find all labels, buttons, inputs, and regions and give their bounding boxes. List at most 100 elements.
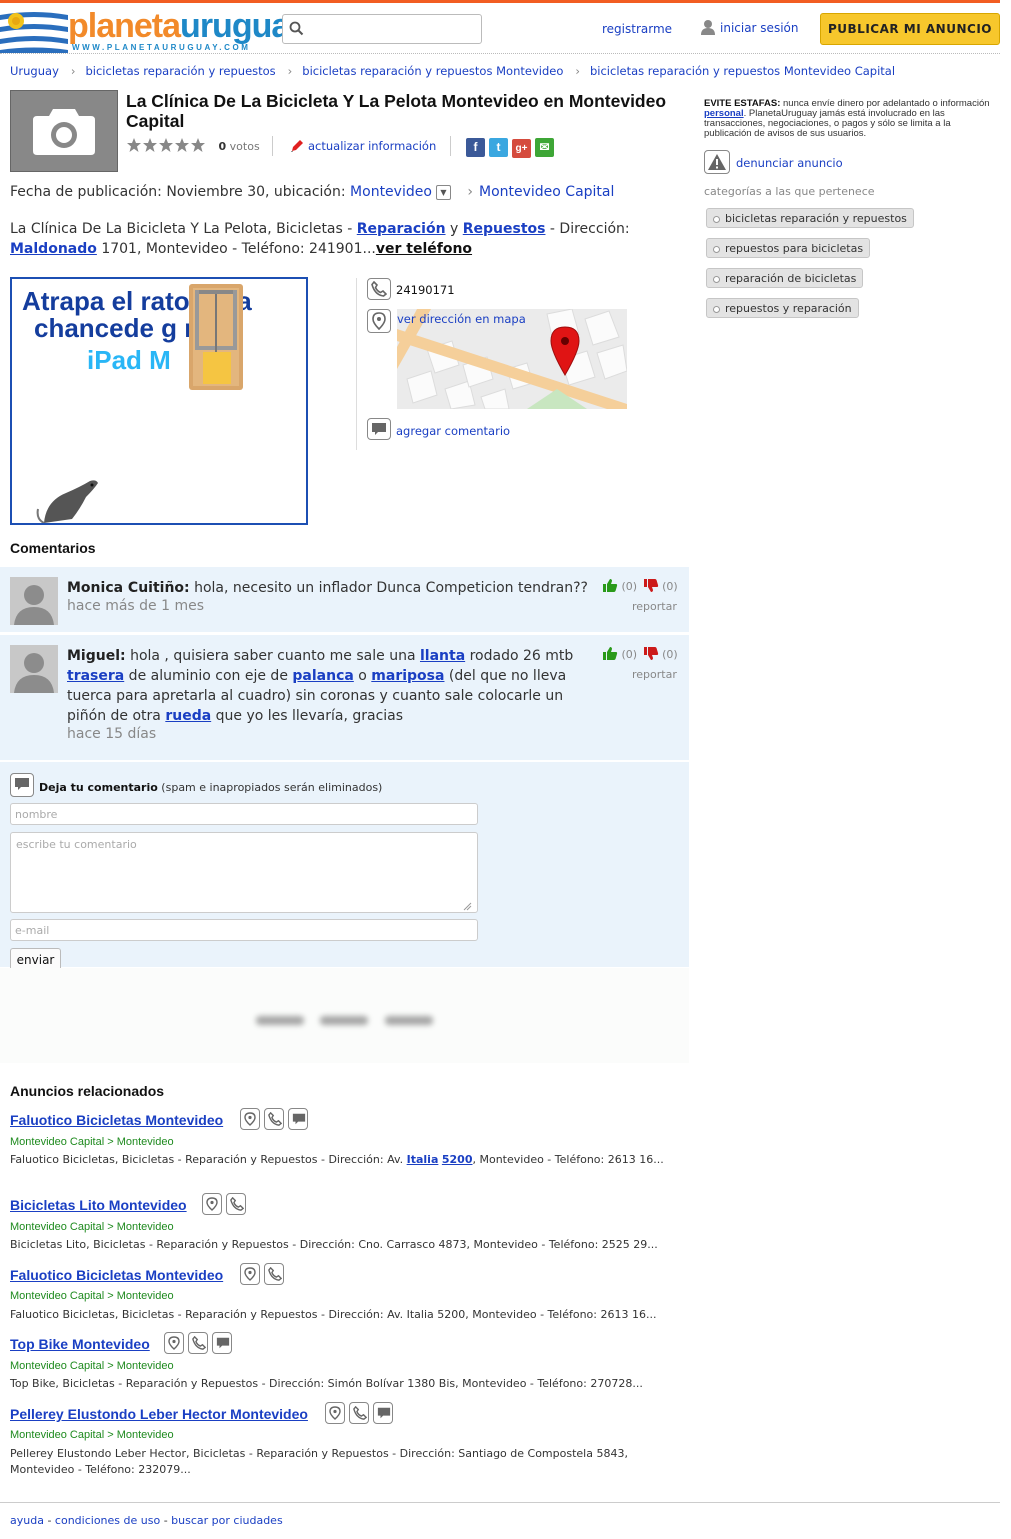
- report-ad-link[interactable]: denunciar anuncio: [704, 150, 843, 174]
- category-tag[interactable]: repuestos y reparación: [706, 298, 859, 318]
- chevron-down-icon[interactable]: ▼: [435, 185, 451, 200]
- twitter-icon[interactable]: t: [489, 138, 508, 157]
- site-logo[interactable]: planetauruguay WWW.PLANETAURUGUAY.COM: [0, 5, 308, 55]
- keyword-link[interactable]: Maldonado: [10, 241, 97, 257]
- update-info-link[interactable]: actualizar información: [290, 139, 436, 153]
- breadcrumb-item[interactable]: bicicletas reparación y repuestos Montev…: [590, 64, 895, 78]
- breadcrumb-item[interactable]: bicicletas reparación y repuestos: [85, 64, 275, 78]
- related-ad-title[interactable]: Faluotico Bicicletas Montevideo: [10, 1267, 223, 1283]
- update-info-label: actualizar información: [308, 139, 437, 153]
- view-map-link[interactable]: ver dirección en mapa: [397, 312, 526, 326]
- phone-icon[interactable]: [367, 278, 391, 300]
- related-ad-location: Montevideo Capital > Montevideo: [10, 1290, 174, 1302]
- view-phone-link[interactable]: ver teléfono: [376, 241, 472, 257]
- category-tag[interactable]: reparación de bicicletas: [706, 268, 864, 288]
- related-ad-description: Faluotico Bicicletas, Bicicletas - Repar…: [10, 1308, 657, 1321]
- keyword-link[interactable]: palanca: [292, 668, 353, 684]
- google-plus-icon[interactable]: g+: [512, 139, 531, 158]
- comment-icon[interactable]: [288, 1108, 308, 1130]
- publication-info: Fecha de publicación: Noviembre 30, ubic…: [10, 184, 614, 200]
- footer-help-link[interactable]: ayuda: [10, 1514, 44, 1527]
- related-ad-icons: [240, 1263, 288, 1285]
- breadcrumb: Uruguay › bicicletas reparación y repuesto…: [10, 64, 895, 78]
- related-ad-location: Montevideo Capital > Montevideo: [10, 1221, 174, 1233]
- keyword-link[interactable]: Repuestos: [463, 221, 546, 237]
- email-share-icon[interactable]: ✉: [535, 138, 554, 157]
- phone-icon[interactable]: [349, 1402, 369, 1424]
- related-ad-icons: [240, 1108, 312, 1130]
- like-count: (0): [621, 648, 638, 661]
- comment-item: Miguel: hola , quisiera saber cuanto me …: [0, 635, 689, 761]
- thumbs-down-icon[interactable]: [643, 578, 659, 593]
- report-comment-link[interactable]: reportar: [632, 668, 677, 681]
- search-input[interactable]: [282, 14, 482, 44]
- related-ad-title[interactable]: Pellerey Elustondo Leber Hector Montevid…: [10, 1406, 308, 1422]
- keyword-link[interactable]: mariposa: [371, 668, 444, 684]
- map-pin-icon[interactable]: [367, 309, 391, 333]
- email-field[interactable]: e-mail: [10, 919, 478, 941]
- related-ad-location: Montevideo Capital > Montevideo: [10, 1429, 174, 1441]
- publish-ad-button[interactable]: PUBLICAR MI ANUNCIO: [820, 13, 1000, 45]
- comment-icon[interactable]: [212, 1332, 232, 1354]
- phone-icon[interactable]: [264, 1263, 284, 1285]
- keyword-link[interactable]: Reparación: [357, 221, 446, 237]
- footer-terms-link[interactable]: condiciones de uso: [55, 1514, 160, 1527]
- breadcrumb-item[interactable]: Uruguay: [10, 64, 59, 78]
- related-ad-title[interactable]: Faluotico Bicicletas Montevideo: [10, 1112, 223, 1128]
- comment-text: Miguel: hola , quisiera saber cuanto me …: [67, 648, 574, 724]
- login-link[interactable]: iniciar sesión: [700, 19, 798, 35]
- location-city-link[interactable]: Montevideo: [350, 184, 432, 200]
- facebook-icon[interactable]: f: [466, 138, 485, 157]
- keyword-link[interactable]: Italia: [407, 1153, 439, 1166]
- breadcrumb-separator: ›: [575, 64, 580, 78]
- add-comment-link[interactable]: agregar comentario: [396, 424, 510, 438]
- thumbs-down-icon[interactable]: [643, 646, 659, 661]
- thumbs-up-icon[interactable]: [602, 578, 618, 593]
- phone-icon[interactable]: [188, 1332, 208, 1354]
- comment-author: Monica Cuitiño:: [67, 580, 190, 596]
- name-input[interactable]: nombre: [10, 803, 478, 825]
- divider: [450, 136, 451, 156]
- related-ad-title[interactable]: Bicicletas Lito Montevideo: [10, 1197, 187, 1213]
- register-link[interactable]: registrarme: [602, 22, 672, 36]
- uruguay-flag-icon: [0, 7, 68, 53]
- listing-description: La Clínica De La Bicicleta Y La Pelota, …: [10, 221, 630, 257]
- ad-banner[interactable]: Atrapa el rato or la chancede g r un iPa…: [10, 277, 308, 525]
- keyword-link[interactable]: rueda: [165, 708, 211, 724]
- phone-icon[interactable]: [226, 1193, 246, 1215]
- comment-votes: (0) (0): [602, 578, 678, 593]
- thumbs-up-icon[interactable]: [602, 646, 618, 661]
- dislike-count: (0): [662, 580, 678, 593]
- loading-bar: [385, 1016, 433, 1025]
- divider: [272, 136, 273, 156]
- listing-photo-placeholder[interactable]: [10, 90, 118, 172]
- category-tag[interactable]: bicicletas reparación y repuestos: [706, 208, 914, 228]
- keyword-link[interactable]: trasera: [67, 668, 124, 684]
- map-pin-icon[interactable]: [240, 1263, 260, 1285]
- map-pin-icon[interactable]: [164, 1332, 184, 1354]
- footer-cities-link[interactable]: buscar por ciudades: [171, 1514, 283, 1527]
- comments-heading: Comentarios: [10, 540, 96, 556]
- breadcrumb-item[interactable]: bicicletas reparación y repuestos Montev…: [302, 64, 563, 78]
- category-tag[interactable]: repuestos para bicicletas: [706, 238, 871, 258]
- comment-icon[interactable]: [367, 418, 391, 440]
- map-pin-icon[interactable]: [202, 1193, 222, 1215]
- logo-subtitle: WWW.PLANETAURUGUAY.COM: [72, 43, 251, 52]
- keyword-link[interactable]: 5200: [442, 1153, 473, 1166]
- comment-text: Monica Cuitiño: hola, necesito un inflad…: [67, 580, 588, 596]
- phone-number[interactable]: 24190171: [396, 283, 455, 297]
- location-area-link[interactable]: Montevideo Capital: [479, 184, 614, 200]
- report-comment-link[interactable]: reportar: [632, 600, 677, 613]
- phone-icon[interactable]: [264, 1108, 284, 1130]
- star-rating-icon[interactable]: [126, 137, 208, 153]
- map-pin-icon[interactable]: [240, 1108, 260, 1130]
- comment-textarea[interactable]: escribe tu comentario: [10, 832, 478, 913]
- resize-handle-icon[interactable]: [462, 901, 472, 911]
- scam-warning: EVITE ESTAFAS: nunca envíe dinero por ad…: [704, 98, 990, 139]
- comment-icon[interactable]: [373, 1402, 393, 1424]
- send-comment-button[interactable]: enviar: [10, 948, 61, 968]
- votes-label: votos: [229, 140, 260, 153]
- map-pin-icon[interactable]: [325, 1402, 345, 1424]
- keyword-link[interactable]: llanta: [420, 648, 465, 664]
- related-ad-title[interactable]: Top Bike Montevideo: [10, 1336, 150, 1352]
